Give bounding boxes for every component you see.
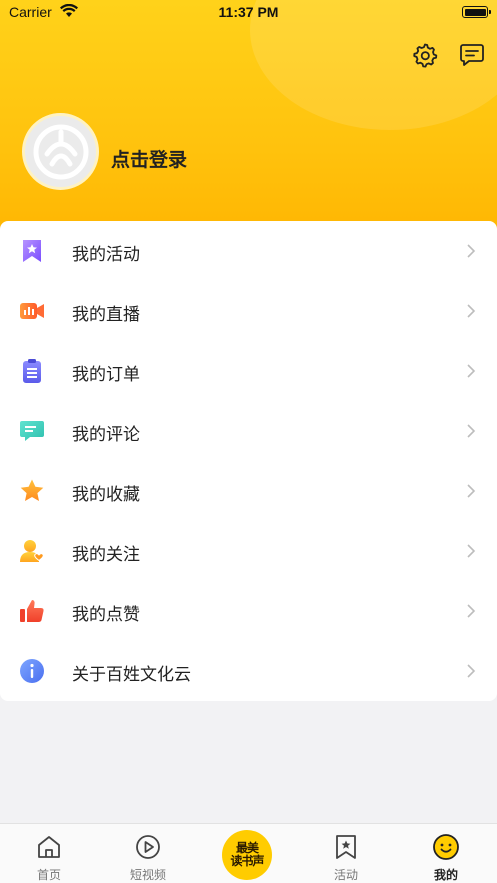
message-icon[interactable]: [459, 42, 485, 68]
menu-item-label: 我的订单: [72, 365, 140, 385]
chevron-right-icon: [467, 304, 476, 318]
tab-mine[interactable]: 我的: [406, 824, 486, 883]
clipboard-icon: [23, 359, 41, 383]
menu-item-about[interactable]: 关于百姓文化云: [0, 641, 497, 701]
chevron-right-icon: [467, 364, 476, 378]
menu-item-following[interactable]: 我的关注: [0, 521, 497, 581]
play-icon: [136, 835, 160, 859]
status-bar: Carrier 11:37 PM: [0, 0, 497, 26]
info-icon: [20, 659, 44, 683]
bookmark-star-icon: [23, 240, 41, 262]
center-logo-button[interactable]: 最美 读书声: [222, 830, 272, 880]
tab-label: 活动: [333, 868, 358, 882]
chevron-right-icon: [467, 424, 476, 438]
chevron-right-icon: [467, 244, 476, 258]
menu-item-label: 我的收藏: [72, 485, 140, 505]
settings-icon[interactable]: [412, 42, 438, 68]
menu-item-orders[interactable]: 我的订单: [0, 341, 497, 401]
tab-label: 我的: [433, 868, 458, 882]
tab-label: 首页: [36, 868, 61, 882]
chevron-right-icon: [467, 484, 476, 498]
default-avatar-icon: [33, 124, 88, 179]
tab-label: 短视频: [129, 868, 166, 882]
menu-item-label: 关于百姓文化云: [72, 665, 191, 685]
menu-card: 我的活动 我的直播 我的订单 我的评论 我的收藏 我的关注 我的点赞 关于百姓文…: [0, 221, 497, 701]
logo-text-line2: 读书声: [230, 854, 264, 868]
tab-short-video[interactable]: 短视频: [108, 824, 188, 883]
menu-item-live[interactable]: 我的直播: [0, 281, 497, 341]
menu-item-comments[interactable]: 我的评论: [0, 401, 497, 461]
home-icon: [38, 836, 60, 858]
menu-item-label: 我的活动: [72, 245, 140, 265]
menu-item-favorites[interactable]: 我的收藏: [0, 461, 497, 521]
tab-home[interactable]: 首页: [9, 824, 89, 883]
tab-activities[interactable]: 活动: [306, 824, 386, 883]
menu-item-label: 我的直播: [72, 305, 140, 325]
user-heart-icon: [20, 540, 44, 562]
smile-icon: [433, 834, 459, 860]
thumbs-up-icon: [20, 600, 44, 622]
video-camera-icon: [20, 303, 44, 319]
menu-item-label: 我的评论: [72, 425, 140, 445]
menu-item-label: 我的点赞: [72, 605, 140, 625]
comment-icon: [20, 421, 44, 441]
bookmark-star-icon: [336, 835, 356, 859]
menu-item-likes[interactable]: 我的点赞: [0, 581, 497, 641]
menu-item-label: 我的关注: [72, 545, 140, 565]
battery-icon: [462, 6, 491, 18]
star-icon: [20, 479, 44, 501]
status-time: 11:37 PM: [218, 4, 279, 20]
menu-item-activities[interactable]: 我的活动: [0, 221, 497, 281]
chevron-right-icon: [467, 544, 476, 558]
chevron-right-icon: [467, 604, 476, 618]
login-button[interactable]: 点击登录: [111, 145, 187, 172]
avatar[interactable]: [22, 113, 99, 190]
chevron-right-icon: [467, 664, 476, 678]
